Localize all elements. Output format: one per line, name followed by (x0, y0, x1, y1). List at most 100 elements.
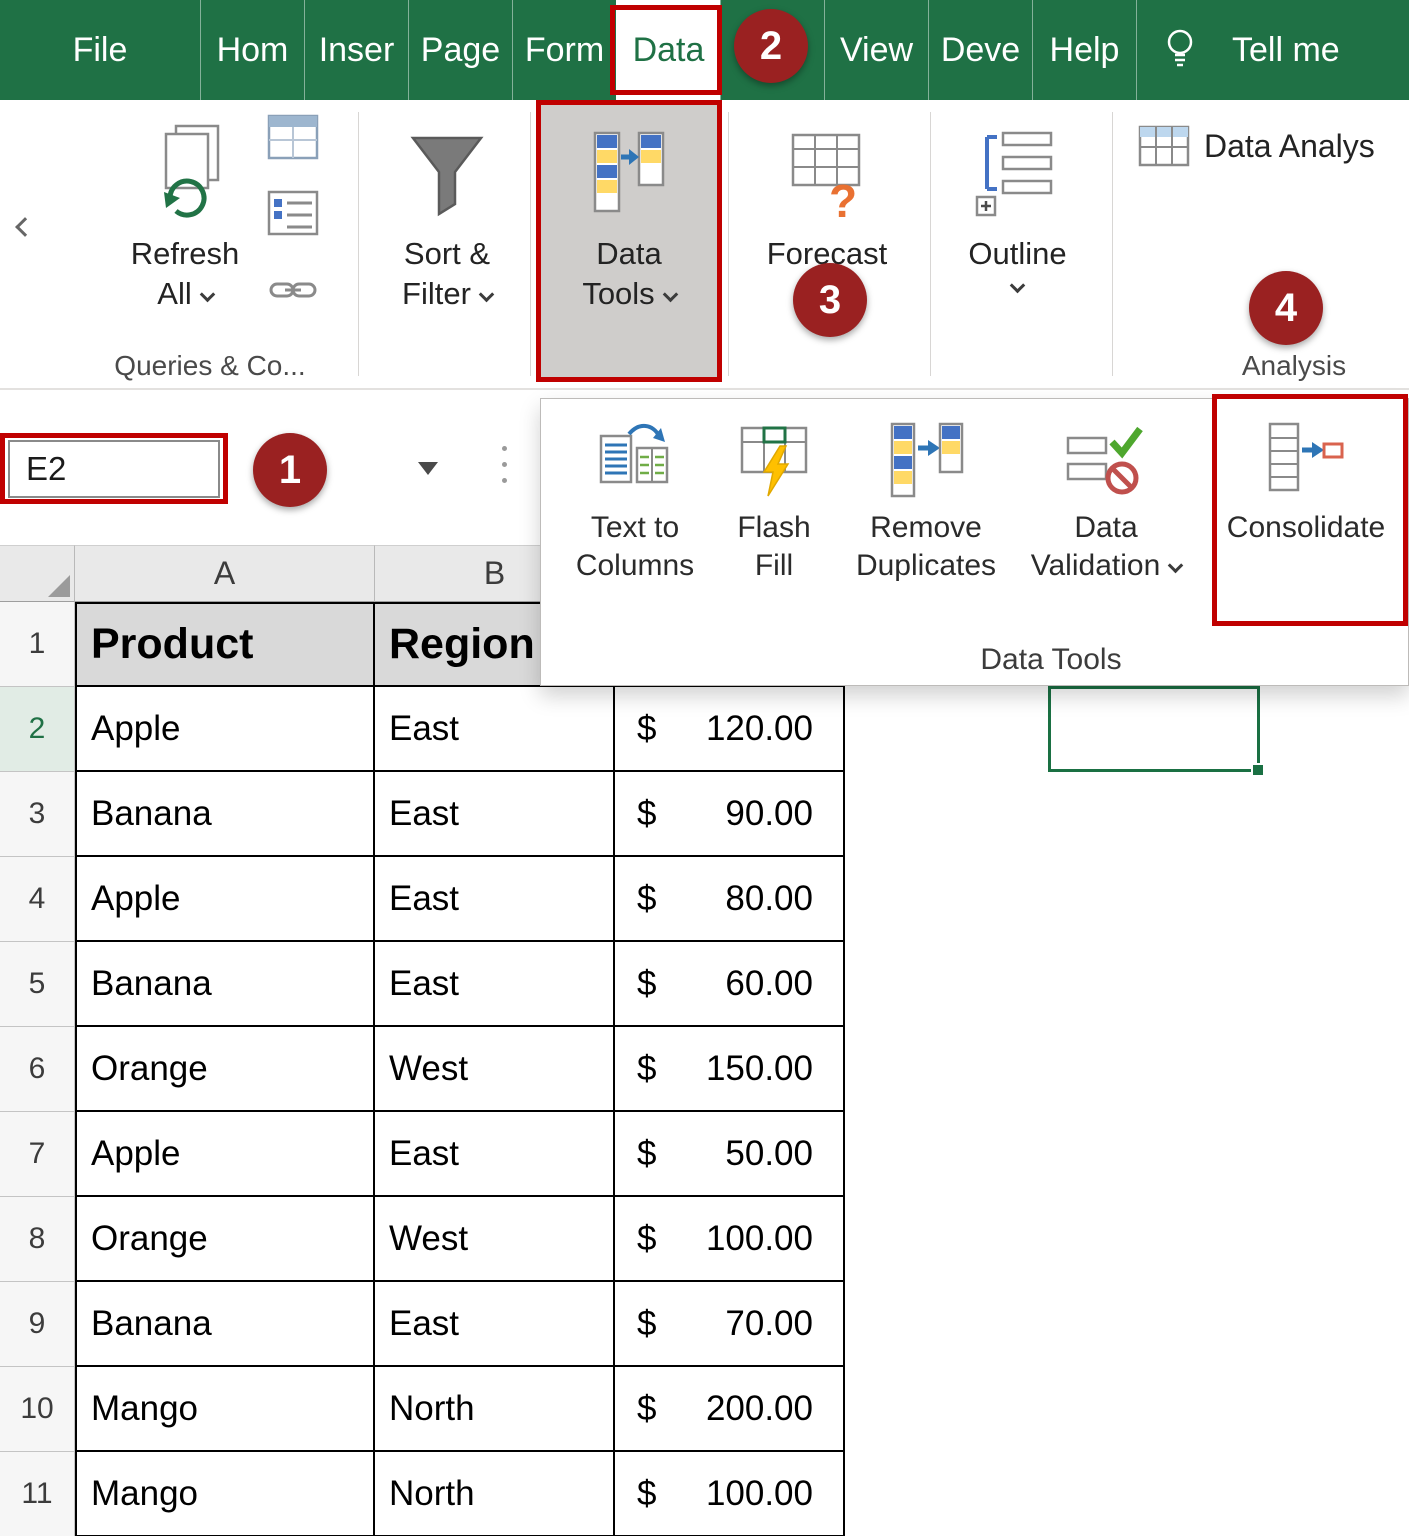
tab-help[interactable]: Help (1032, 0, 1136, 100)
data-tools-button[interactable]: Data Tools (540, 104, 718, 380)
cell-b11[interactable]: North (375, 1452, 615, 1536)
cell-a9[interactable]: Banana (75, 1282, 375, 1367)
table-row: 6 Orange West $150.00 (0, 1027, 845, 1112)
tab-view[interactable]: View (824, 0, 928, 100)
data-analysis-label: Data Analys (1204, 128, 1375, 165)
filter-funnel-icon (372, 104, 522, 222)
cell-c9[interactable]: $70.00 (615, 1282, 845, 1367)
cell-a2[interactable]: Apple (75, 687, 375, 772)
currency-symbol: $ (637, 709, 656, 749)
cell-a7[interactable]: Apple (75, 1112, 375, 1197)
row-header-5[interactable]: 5 (0, 942, 75, 1027)
row-header-1[interactable]: 1 (0, 602, 75, 687)
row-header-9[interactable]: 9 (0, 1282, 75, 1367)
data-analysis-button[interactable]: Data Analys (1138, 122, 1409, 170)
tab-page-layout[interactable]: Page (408, 0, 512, 100)
cell-a10[interactable]: Mango (75, 1367, 375, 1452)
cell-b7[interactable]: East (375, 1112, 615, 1197)
cell-c6[interactable]: $150.00 (615, 1027, 845, 1112)
tab-home[interactable]: Hom (200, 0, 304, 100)
tab-file[interactable]: File (0, 0, 200, 100)
row-header-4[interactable]: 4 (0, 857, 75, 942)
consolidate-label: Consolidate (1208, 509, 1404, 547)
cell-c3[interactable]: $90.00 (615, 772, 845, 857)
cell-c2[interactable]: $120.00 (615, 687, 845, 772)
select-all-corner[interactable] (0, 545, 75, 602)
cell-a1[interactable]: Product (75, 602, 375, 687)
cell-a5[interactable]: Banana (75, 942, 375, 1027)
table-row: 9 Banana East $70.00 (0, 1282, 845, 1367)
group-separator (530, 112, 531, 376)
formula-bar-separator (502, 446, 507, 451)
currency-symbol: $ (637, 964, 656, 1004)
tell-me[interactable]: Tell me (1222, 0, 1392, 100)
cell-b2[interactable]: East (375, 687, 615, 772)
tab-insert[interactable]: Inser (304, 0, 408, 100)
tell-me-lightbulb-icon[interactable] (1136, 0, 1222, 100)
cell-b3[interactable]: East (375, 772, 615, 857)
cell-c7[interactable]: $50.00 (615, 1112, 845, 1197)
name-box-dropdown-icon[interactable] (418, 462, 438, 475)
consolidate-button[interactable]: Consolidate (1208, 413, 1404, 547)
flash-fill-button[interactable]: Flash Fill (713, 413, 835, 585)
forecast-icon: ? (742, 104, 912, 222)
step-badge-3: 3 (793, 263, 867, 337)
data-tools-group-label: Data Tools (841, 643, 1261, 677)
cell-b9[interactable]: East (375, 1282, 615, 1367)
selection-e2 (1048, 686, 1260, 772)
data-validation-icon (1018, 413, 1194, 509)
cell-c11[interactable]: $100.00 (615, 1452, 845, 1536)
cell-c5[interactable]: $60.00 (615, 942, 845, 1027)
remove-duplicates-button[interactable]: Remove Duplicates (838, 413, 1014, 585)
cell-b5[interactable]: East (375, 942, 615, 1027)
table-row: 4 Apple East $80.00 (0, 857, 845, 942)
amount: 50.00 (725, 1134, 813, 1174)
amount: 120.00 (706, 709, 813, 749)
cell-a8[interactable]: Orange (75, 1197, 375, 1282)
cell-c10[interactable]: $200.00 (615, 1367, 845, 1452)
edit-links-icon[interactable] (267, 266, 319, 312)
sheet-rows: 1 Product Region 2 Apple East $120.00 3 … (0, 602, 845, 1536)
group-separator (728, 112, 729, 376)
currency-symbol: $ (637, 1219, 656, 1259)
cell-a11[interactable]: Mango (75, 1452, 375, 1536)
currency-symbol: $ (637, 1389, 656, 1429)
tab-formulas[interactable]: Form (512, 0, 616, 100)
group-separator (358, 112, 359, 376)
table-row: 8 Orange West $100.00 (0, 1197, 845, 1282)
cell-a3[interactable]: Banana (75, 772, 375, 857)
cell-b8[interactable]: West (375, 1197, 615, 1282)
cell-b6[interactable]: West (375, 1027, 615, 1112)
chevron-down-icon (199, 287, 215, 303)
cell-c8[interactable]: $100.00 (615, 1197, 845, 1282)
row-header-11[interactable]: 11 (0, 1452, 75, 1536)
row-header-7[interactable]: 7 (0, 1112, 75, 1197)
row-header-3[interactable]: 3 (0, 772, 75, 857)
data-validation-button[interactable]: Data Validation (1018, 413, 1194, 585)
cell-b4[interactable]: East (375, 857, 615, 942)
ribbon: Refresh All (0, 100, 1409, 390)
tab-data[interactable]: Data (616, 0, 720, 100)
name-box[interactable]: E2 (8, 440, 220, 498)
row-header-2[interactable]: 2 (0, 687, 75, 772)
forecast-button[interactable]: ? Forecast (742, 104, 912, 380)
tab-developer[interactable]: Deve (928, 0, 1032, 100)
row-header-6[interactable]: 6 (0, 1027, 75, 1112)
cell-a6[interactable]: Orange (75, 1027, 375, 1112)
row-header-10[interactable]: 10 (0, 1367, 75, 1452)
column-header-a[interactable]: A (75, 545, 375, 602)
refresh-all-button[interactable]: Refresh All (110, 104, 260, 380)
cell-b10[interactable]: North (375, 1367, 615, 1452)
refresh-all-icon (110, 104, 260, 222)
outline-button[interactable]: Outline (940, 104, 1095, 380)
text-to-columns-button[interactable]: Text to Columns (561, 413, 709, 585)
cell-c4[interactable]: $80.00 (615, 857, 845, 942)
sort-filter-button[interactable]: Sort & Filter (372, 104, 522, 380)
cell-a4[interactable]: Apple (75, 857, 375, 942)
fill-handle[interactable] (1251, 763, 1265, 777)
currency-symbol: $ (637, 1134, 656, 1174)
row-header-8[interactable]: 8 (0, 1197, 75, 1282)
queries-connections-icon[interactable] (267, 114, 319, 160)
collapse-ribbon-button[interactable] (18, 220, 32, 239)
properties-icon[interactable] (267, 190, 319, 236)
